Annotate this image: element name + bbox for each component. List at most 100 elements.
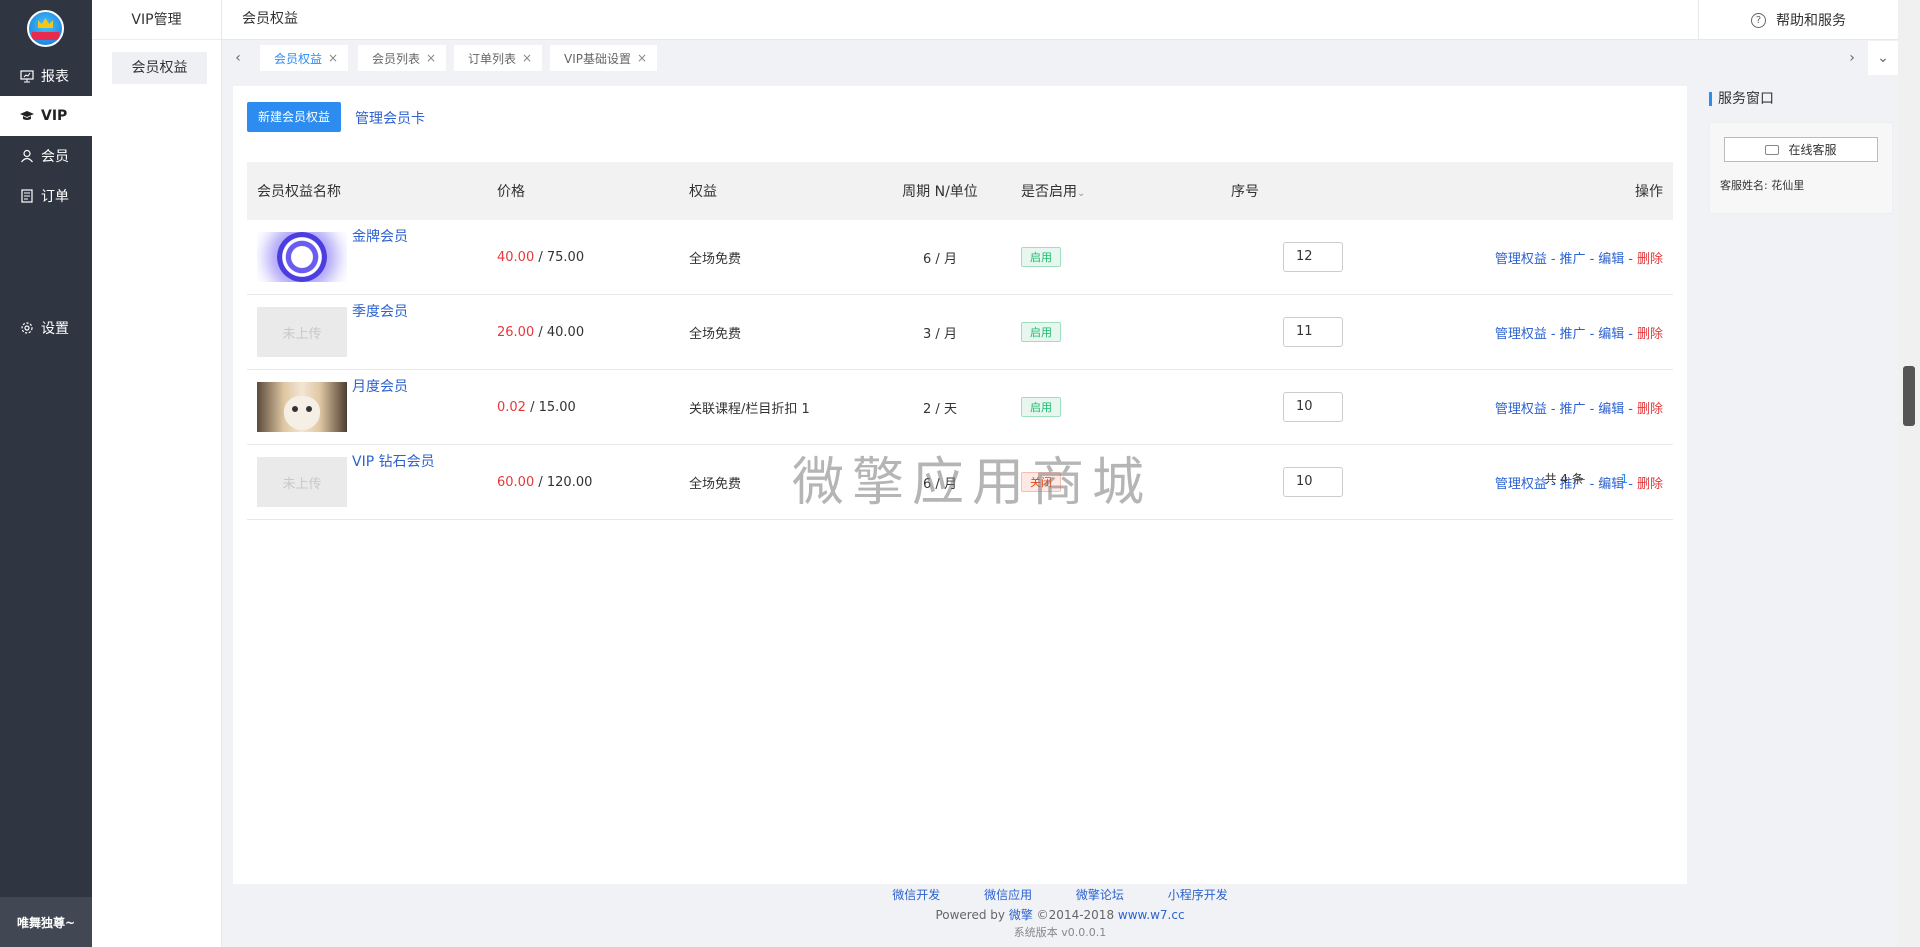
table-row: 未上传 季度会员 26.00 / 40.00 全场免费 3 / 月 启用 11 管… <box>247 295 1673 370</box>
sub-sidebar-item-benefits[interactable]: 会员权益 <box>112 52 207 84</box>
breadcrumb: 会员权益 <box>242 11 298 27</box>
promote-link[interactable]: 推广 <box>1560 402 1586 417</box>
sub-sidebar-title: VIP管理 <box>92 0 221 40</box>
sidebar-item-settings[interactable]: 设置 <box>0 308 92 348</box>
price-cell: 26.00 / 40.00 <box>497 324 585 340</box>
promote-link[interactable]: 推广 <box>1560 327 1586 342</box>
footer-link-miniprogram[interactable]: 小程序开发 <box>1168 888 1228 902</box>
app-logo[interactable] <box>27 10 64 47</box>
tab-member-benefits[interactable]: 会员权益 × <box>260 45 349 71</box>
delete-link[interactable]: 删除 <box>1637 327 1663 342</box>
close-icon[interactable]: × <box>522 51 532 65</box>
status-badge[interactable]: 关闭 <box>1021 472 1061 492</box>
status-badge[interactable]: 启用 <box>1021 322 1061 342</box>
separator: - <box>1589 326 1595 342</box>
benefit-name-link[interactable]: 月度会员 <box>352 376 408 396</box>
sale-price: 40.00 <box>497 249 535 265</box>
tab-scroll-right-icon[interactable]: › <box>1836 41 1868 75</box>
tab-menu-chevron-down-icon[interactable]: ⌄ <box>1868 41 1898 75</box>
col-status[interactable]: 是否启用⌄ <box>1011 181 1231 201</box>
delete-link[interactable]: 删除 <box>1637 252 1663 267</box>
row-actions: 管理权益 - 推广 - 编辑 - 删除 <box>1371 398 1673 417</box>
seq-input[interactable]: 10 <box>1283 467 1343 497</box>
benefit-image-placeholder: 未上传 <box>257 307 347 357</box>
footer-link-wechat-dev[interactable]: 微信开发 <box>892 888 940 902</box>
page-footer: 微信开发 微信应用 微擎论坛 小程序开发 Powered by 微擎 ©2014… <box>222 886 1898 940</box>
sidebar-item-label: 设置 <box>41 321 69 337</box>
service-box: 在线客服 客服姓名: 花仙里 <box>1709 122 1893 214</box>
service-title: 服务窗口 <box>1709 92 1774 106</box>
sidebar-item-vip[interactable]: VIP <box>0 96 92 136</box>
tab-vip-settings[interactable]: VIP基础设置 × <box>550 45 658 71</box>
benefit-name-link[interactable]: 季度会员 <box>352 301 408 321</box>
sidebar-item-report[interactable]: 报表 <box>0 56 92 96</box>
current-user[interactable]: 唯舞独尊~ <box>0 897 92 947</box>
price-cell: 0.02 / 15.00 <box>497 399 576 415</box>
benefit-cell: 关联课程/栏目折扣 1 <box>689 401 810 417</box>
online-service-button[interactable]: 在线客服 <box>1724 137 1878 162</box>
tab-label: VIP基础设置 <box>564 51 631 66</box>
help-service-button[interactable]: ? 帮助和服务 » <box>1698 0 1920 40</box>
col-actions: 操作 <box>1635 184 1663 200</box>
price-cell: 40.00 / 75.00 <box>497 249 585 265</box>
sidebar-item-label: 报表 <box>41 69 69 85</box>
benefit-name-link[interactable]: 金牌会员 <box>352 226 408 246</box>
separator: - <box>1550 326 1556 342</box>
separator: - <box>1628 326 1633 342</box>
delete-link[interactable]: 删除 <box>1637 402 1663 417</box>
manage-card-link[interactable]: 管理会员卡 <box>355 108 425 128</box>
separator: - <box>1589 251 1595 267</box>
close-icon[interactable]: × <box>328 51 338 65</box>
total-count: 共 4 条 <box>1544 472 1584 486</box>
col-name: 会员权益名称 <box>257 184 341 200</box>
sort-chevron-down-icon[interactable]: ⌄ <box>1077 188 1085 199</box>
site-link[interactable]: www.w7.cc <box>1118 908 1185 922</box>
status-badge[interactable]: 启用 <box>1021 247 1061 267</box>
service-agent-name: 客服姓名: 花仙里 <box>1720 179 1805 192</box>
benefit-cell: 全场免费 <box>689 251 742 267</box>
sidebar-item-order[interactable]: 订单 <box>0 176 92 216</box>
sidebar-item-label: 订单 <box>41 189 69 205</box>
separator: - <box>1550 401 1556 417</box>
status-badge[interactable]: 启用 <box>1021 397 1061 417</box>
col-period: 周期 N/单位 <box>902 184 978 200</box>
close-icon[interactable]: × <box>426 51 436 65</box>
edit-link[interactable]: 编辑 <box>1598 252 1624 267</box>
tab-label: 会员列表 <box>372 51 421 66</box>
sidebar-item-label: VIP <box>41 108 68 124</box>
tab-member-list[interactable]: 会员列表 × <box>358 45 447 71</box>
new-benefit-button[interactable]: 新建会员权益 <box>247 102 341 132</box>
footer-link-forum[interactable]: 微擎论坛 <box>1076 888 1124 902</box>
manage-benefit-link[interactable]: 管理权益 <box>1495 402 1547 417</box>
promote-link[interactable]: 推广 <box>1560 252 1586 267</box>
brand-link[interactable]: 微擎 <box>1009 908 1033 922</box>
tab-bar: ‹ 会员权益 × 会员列表 × 订单列表 × VIP基础设置 × › ⌄ <box>222 41 1898 75</box>
copyright: ©2014-2018 <box>1036 908 1115 922</box>
top-bar: 会员权益 ? 帮助和服务 » <box>222 0 1920 40</box>
next-page-icon[interactable]: › <box>1644 472 1649 486</box>
benefit-image-placeholder: 未上传 <box>257 457 347 507</box>
page-scrollbar[interactable] <box>1898 0 1920 947</box>
seq-input[interactable]: 11 <box>1283 317 1343 347</box>
close-icon[interactable]: × <box>637 51 647 65</box>
gear-icon <box>20 321 34 335</box>
footer-link-wechat-apps[interactable]: 微信应用 <box>984 888 1032 902</box>
prev-page-icon[interactable]: ‹ <box>1600 472 1605 486</box>
scrollbar-thumb[interactable] <box>1903 366 1915 426</box>
order-list-icon <box>20 189 34 203</box>
edit-link[interactable]: 编辑 <box>1598 402 1624 417</box>
manage-benefit-link[interactable]: 管理权益 <box>1495 252 1547 267</box>
manage-benefit-link[interactable]: 管理权益 <box>1495 477 1547 492</box>
manage-benefit-link[interactable]: 管理权益 <box>1495 327 1547 342</box>
benefit-name-link[interactable]: VIP 钻石会员 <box>352 451 435 471</box>
page-number[interactable]: 1 <box>1621 472 1629 486</box>
tab-scroll-left-icon[interactable]: ‹ <box>222 41 254 75</box>
sidebar-item-member[interactable]: 会员 <box>0 136 92 176</box>
price-cell: 60.00 / 120.00 <box>497 474 593 490</box>
version-text: 系统版本 v0.0.0.1 <box>1013 926 1107 939</box>
tab-order-list[interactable]: 订单列表 × <box>454 45 543 71</box>
period-cell: 6 / 月 <box>923 251 957 267</box>
seq-input[interactable]: 10 <box>1283 392 1343 422</box>
seq-input[interactable]: 12 <box>1283 242 1343 272</box>
edit-link[interactable]: 编辑 <box>1598 327 1624 342</box>
